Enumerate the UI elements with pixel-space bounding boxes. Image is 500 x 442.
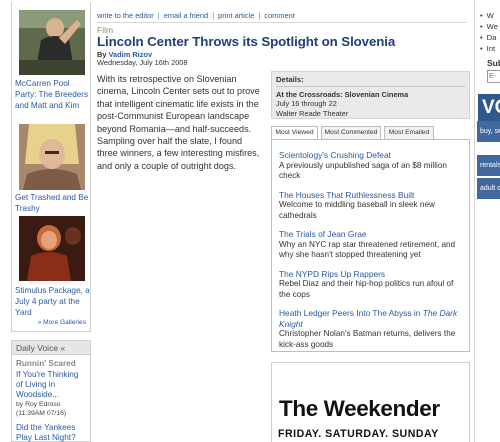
- details-event: At the Crossroads: Slovenian Cinema: [276, 90, 409, 99]
- gallery-photo-stimulus[interactable]: [19, 216, 85, 281]
- print-article-link[interactable]: print article: [218, 11, 254, 20]
- toolbar-separator: |: [157, 11, 160, 20]
- gallery-photo-trashed[interactable]: [19, 124, 85, 190]
- right-nav-list: W We Da Int: [480, 10, 500, 54]
- rentals-link[interactable]: rentals: [477, 155, 500, 176]
- popular-tabs: Most Viewed Most Commented Most Emailed: [271, 126, 470, 140]
- weekender-ad[interactable]: The Weekender FRIDAY. SATURDAY. SUNDAY: [271, 362, 470, 442]
- daily-voice-time: (11:39AM 07/16): [16, 410, 67, 417]
- ad-headline: The Weekender: [279, 396, 440, 421]
- daily-voice-header[interactable]: Daily Voice «: [12, 341, 90, 355]
- toolbar-separator: |: [258, 11, 261, 20]
- ad-days: FRIDAY. SATURDAY. SUNDAY: [278, 428, 439, 440]
- daily-voice-byline: by Roy Edroso: [16, 401, 61, 408]
- gallery-caption[interactable]: Stimulus Package, a July 4 party at the …: [15, 285, 91, 318]
- story-link[interactable]: The NYPD Rips Up Rappers: [279, 269, 463, 280]
- photo-gallery-box: McCarren Pool Party: The Breeders and Ma…: [11, 2, 91, 332]
- daily-voice-meta: by Roy Edroso (11:39AM 07/16): [12, 400, 90, 423]
- email-field[interactable]: E-M: [487, 70, 500, 83]
- daily-voice-subheader: Runnin' Scared: [16, 359, 76, 368]
- gallery-caption[interactable]: Get Trashed and Be Trashy: [15, 192, 91, 214]
- tab-most-commented[interactable]: Most Commented: [321, 126, 381, 140]
- story-desc: Welcome to middling baseball in sleek ne…: [279, 200, 435, 220]
- right-nav-item[interactable]: Da: [480, 32, 500, 43]
- more-galleries-link[interactable]: » More Galleries: [38, 319, 86, 326]
- list-item: Heath Ledger Peers Into The Abyss in The…: [279, 308, 463, 350]
- story-desc: Why an NYC rap star threatened retiremen…: [279, 239, 456, 260]
- story-link[interactable]: Heath Ledger Peers Into The Abyss in The…: [279, 308, 463, 329]
- toolbar-separator: |: [212, 11, 215, 20]
- list-item: The NYPD Rips Up Rappers Rebel Diaz and …: [279, 269, 463, 301]
- left-sidebar: McCarren Pool Party: The Breeders and Ma…: [0, 0, 93, 442]
- right-column-divider: [474, 0, 475, 442]
- details-venue: Walter Reade Theater: [276, 108, 349, 118]
- list-item: Scientology's Crushing Defeat A previous…: [279, 150, 463, 182]
- details-heading: Details:: [276, 75, 465, 87]
- voice-logo[interactable]: VO: [478, 94, 500, 121]
- story-title-text: Heath Ledger Peers Into The Abyss in: [279, 308, 423, 318]
- gallery-photo-pool-party[interactable]: [19, 10, 85, 75]
- classifieds-link[interactable]: buy, se: [477, 121, 500, 142]
- most-viewed-panel: Scientology's Crushing Defeat A previous…: [271, 139, 470, 352]
- daily-voice-box: Daily Voice « Runnin' Scared If You're T…: [11, 340, 91, 442]
- story-desc: A previously unpublished saga of an $8 m…: [279, 160, 447, 181]
- article-body: With its retrospective on Slovenian cine…: [97, 74, 260, 171]
- list-item: The Trials of Jean Grae Why an NYC rap s…: [279, 229, 463, 261]
- gallery-caption[interactable]: McCarren Pool Party: The Breeders and Ma…: [15, 78, 91, 111]
- list-item: The Houses That Ruthlessness Built Welco…: [279, 190, 463, 222]
- right-nav-item[interactable]: We: [480, 21, 500, 32]
- story-link[interactable]: The Houses That Ruthlessness Built: [279, 190, 463, 201]
- comment-link[interactable]: comment: [264, 11, 294, 20]
- tab-most-emailed[interactable]: Most Emailed: [384, 126, 434, 140]
- toolbar-divider: [97, 22, 467, 23]
- details-dates: July 16 through 22: [276, 99, 337, 108]
- tab-most-viewed[interactable]: Most Viewed: [271, 126, 318, 140]
- article-toolbar: write to the editor | email a friend | p…: [97, 11, 467, 20]
- story-desc: Rebel Diaz and their hip-hop politics ru…: [279, 279, 454, 299]
- subscribe-label: Sub: [487, 58, 500, 68]
- right-nav-item[interactable]: W: [480, 10, 500, 21]
- daily-voice-link[interactable]: Did the Yankees Play Last Night?: [12, 423, 90, 442]
- story-link[interactable]: Scientology's Crushing Defeat: [279, 150, 463, 161]
- adult-link[interactable]: adult c: [477, 178, 500, 199]
- write-editor-link[interactable]: write to the editor: [97, 11, 154, 20]
- right-nav-item[interactable]: Int: [480, 43, 500, 54]
- email-friend-link[interactable]: email a friend: [164, 11, 208, 20]
- story-link[interactable]: The Trials of Jean Grae: [279, 229, 463, 240]
- article-title: Lincoln Center Throws its Spotlight on S…: [97, 34, 396, 49]
- daily-voice-link[interactable]: If You're Thinking of Living in Woodside…: [12, 370, 90, 400]
- story-desc: Christopher Nolan's Batman returns, deli…: [279, 329, 456, 349]
- details-box: Details: At the Crossroads: Slovenian Ci…: [271, 71, 470, 119]
- article-date: Wednesday, July 16th 2008: [97, 58, 188, 67]
